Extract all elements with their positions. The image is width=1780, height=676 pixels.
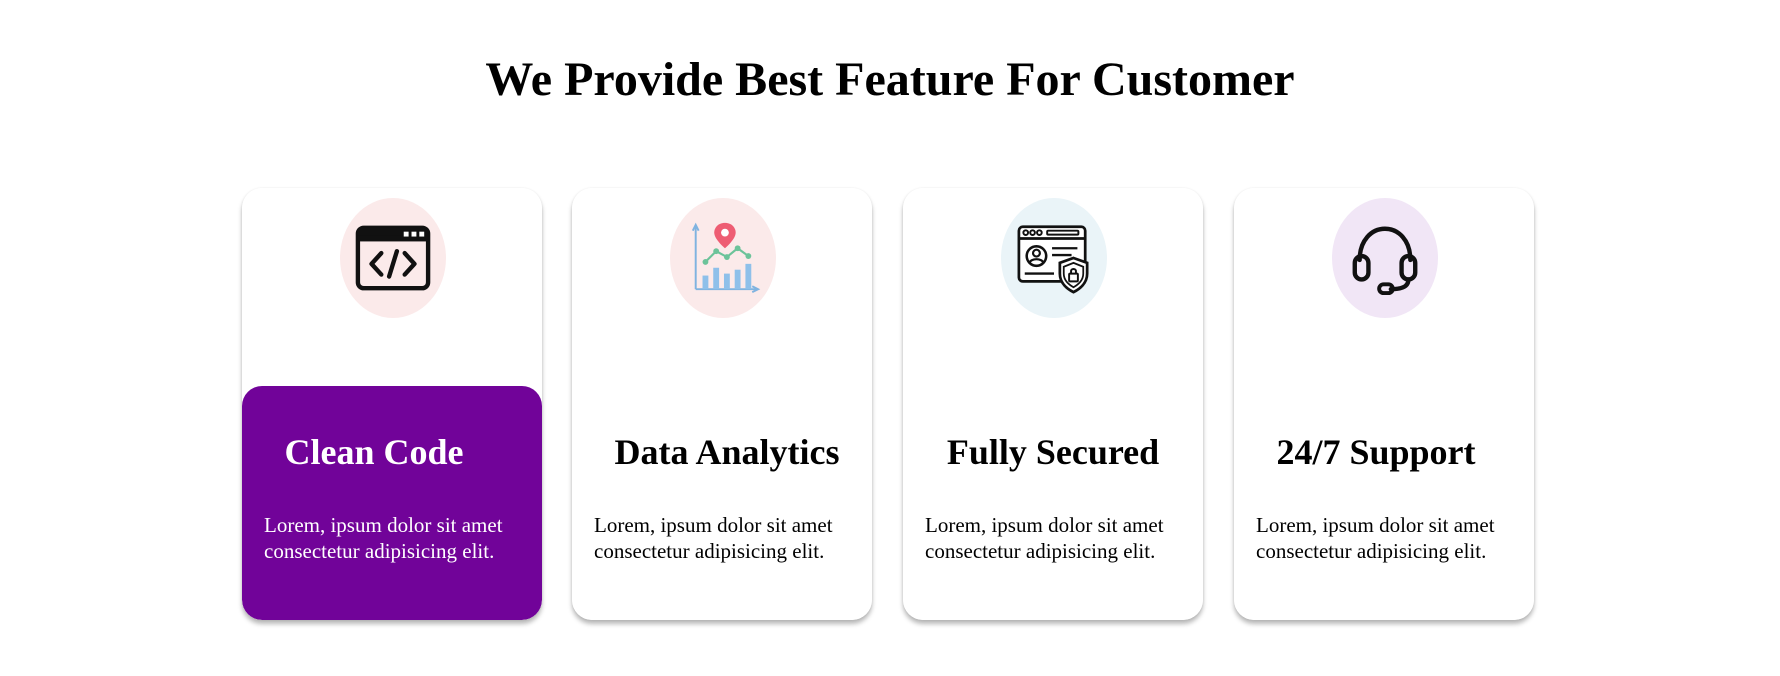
- icon-circle: [1332, 198, 1438, 318]
- card-title: Fully Secured: [946, 432, 1160, 472]
- card-content: Data Analytics Lorem, ipsum dolor sit am…: [572, 386, 872, 620]
- feature-card-data-analytics[interactable]: Data Analytics Lorem, ipsum dolor sit am…: [572, 188, 872, 620]
- card-title: Data Analytics: [614, 432, 840, 472]
- card-description: Lorem, ipsum dolor sit amet consectetur …: [264, 513, 503, 563]
- icon-circle: [1001, 198, 1107, 318]
- card-icon-area: [572, 188, 872, 388]
- card-icon-area: [242, 188, 542, 388]
- card-icon-area: [903, 188, 1203, 388]
- feature-card-clean-code[interactable]: Clean Code Lorem, ipsum dolor sit amet c…: [242, 188, 542, 620]
- card-content: Fully Secured Lorem, ipsum dolor sit ame…: [903, 386, 1203, 620]
- feature-card-support[interactable]: 24/7 Support Lorem, ipsum dolor sit amet…: [1234, 188, 1534, 620]
- icon-circle: [670, 198, 776, 318]
- code-window-icon: [355, 225, 431, 291]
- icon-circle: [340, 198, 446, 318]
- card-content: 24/7 Support Lorem, ipsum dolor sit amet…: [1234, 386, 1534, 620]
- secure-profile-icon: [1017, 225, 1089, 294]
- card-description: Lorem, ipsum dolor sit amet consectetur …: [594, 513, 833, 563]
- feature-card-fully-secured[interactable]: Fully Secured Lorem, ipsum dolor sit ame…: [903, 188, 1203, 620]
- card-content: Clean Code Lorem, ipsum dolor sit amet c…: [242, 386, 542, 620]
- analytics-chart-icon: [691, 222, 761, 293]
- page-title: We Provide Best Feature For Customer: [485, 53, 1295, 106]
- card-title: Clean Code: [284, 432, 464, 472]
- card-title: 24/7 Support: [1276, 432, 1476, 472]
- card-icon-area: [1234, 188, 1534, 388]
- card-description: Lorem, ipsum dolor sit amet consectetur …: [925, 513, 1164, 563]
- headset-icon: [1352, 226, 1418, 296]
- card-description: Lorem, ipsum dolor sit amet consectetur …: [1256, 513, 1495, 563]
